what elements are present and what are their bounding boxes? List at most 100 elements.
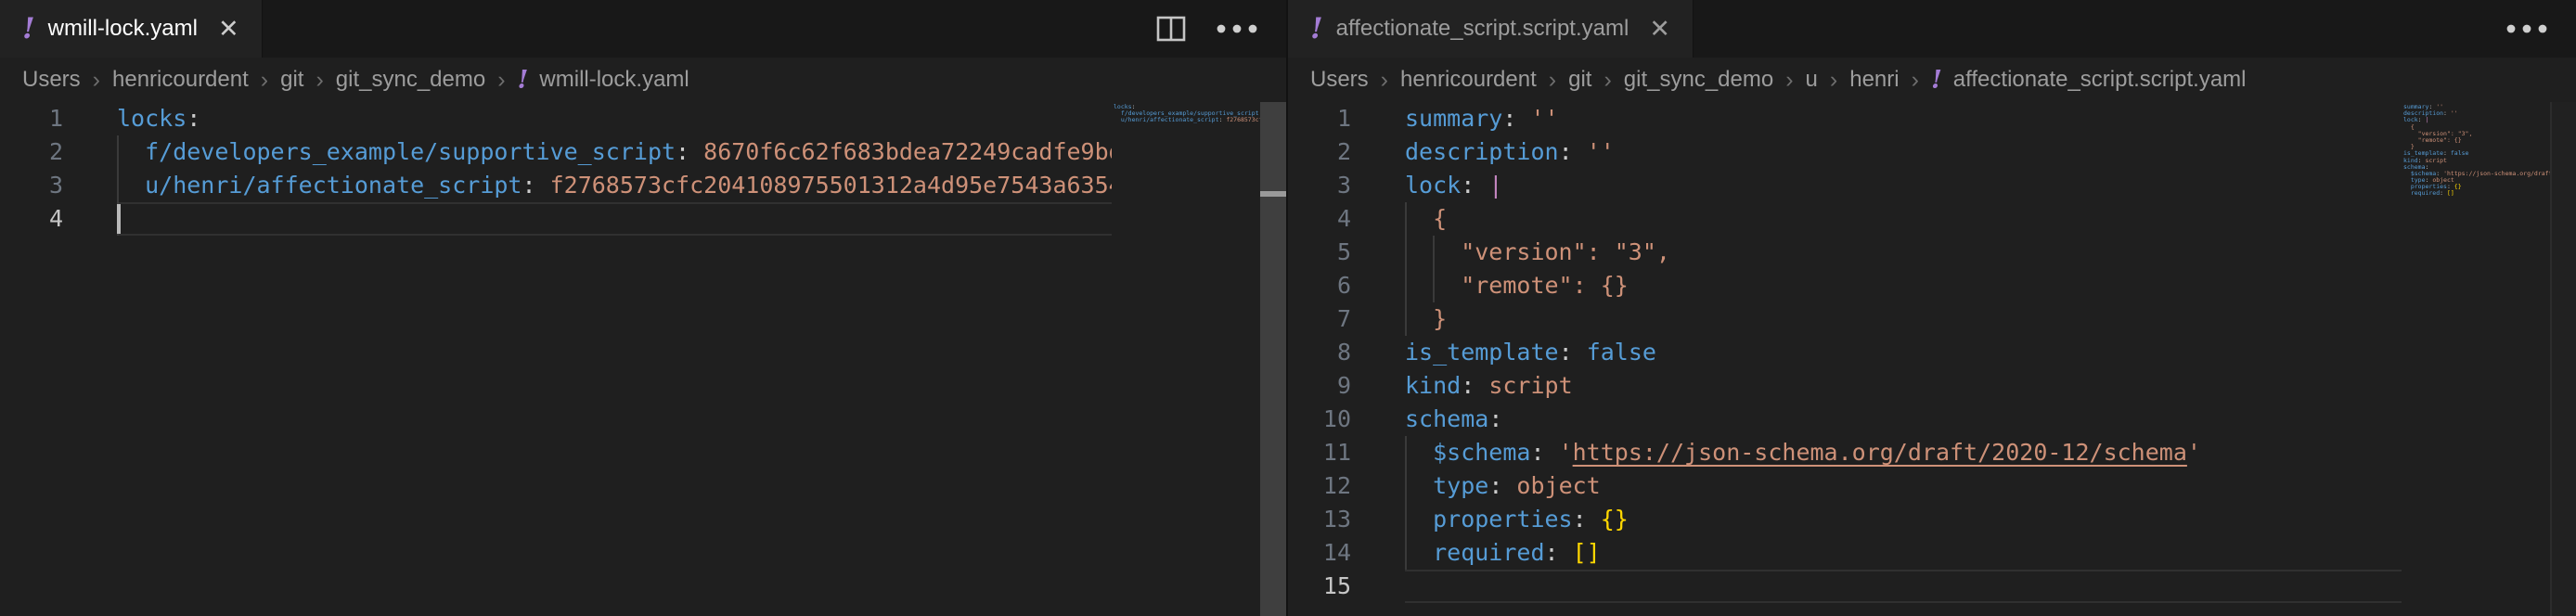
token-pun: :	[1488, 405, 1502, 432]
minimap-line: lock: |	[2403, 117, 2550, 123]
token-pun: :	[1488, 472, 1516, 499]
code-text: properties: {}	[1405, 503, 2402, 536]
close-tab-icon[interactable]: ✕	[218, 17, 239, 42]
code-line[interactable]: 2description: ''	[1288, 135, 2576, 169]
code-line[interactable]: 14required: []	[1288, 536, 2576, 570]
code-line[interactable]: 2f/developers_example/supportive_script:…	[0, 135, 1286, 169]
token-key: properties	[1433, 506, 1573, 533]
editor-workbench: ! wmill-lock.yaml ✕	[0, 0, 2576, 616]
code-line[interactable]: 5"version": "3",	[1288, 236, 2576, 269]
breadcrumb-item[interactable]: henricourdent	[1400, 67, 1537, 93]
breadcrumb-item[interactable]: Users	[1310, 67, 1369, 93]
code-line[interactable]: 4{	[1288, 202, 2576, 236]
yaml-file-icon: !	[1310, 15, 1323, 44]
code-editor[interactable]: 1locks:2 f/developers_example/supportive_…	[0, 102, 1286, 616]
more-actions-icon[interactable]	[1216, 23, 1258, 34]
breadcrumb-item[interactable]: henri	[1849, 67, 1899, 93]
breadcrumb-item[interactable]: u	[1806, 67, 1818, 93]
breadcrumb-item[interactable]: Users	[22, 67, 81, 93]
token-pun: :	[1461, 372, 1488, 399]
token-key: f/developers_example/supportive_script	[145, 138, 676, 165]
breadcrumb-file-name[interactable]: wmill-lock.yaml	[539, 67, 689, 93]
vertical-scrollbar[interactable]	[1260, 102, 1286, 616]
code-line[interactable]: 4	[0, 202, 1286, 236]
token-pun: :	[1559, 138, 1587, 165]
minimap-token: type	[2411, 177, 2426, 184]
tab-bar-left: ! wmill-lock.yaml ✕	[0, 0, 1286, 58]
code-line[interactable]: 8is_template: false	[1288, 336, 2576, 369]
token-key: u/henri/affectionate_script	[145, 172, 522, 199]
indent-guide	[1405, 202, 1433, 236]
minimap-line: "remote": {}	[2403, 137, 2550, 144]
code-editor[interactable]: 1summary: ''2description: ''3lock: |4{5"…	[1288, 102, 2576, 616]
minimap[interactable]: summary: ''description: ''lock: | { "ver…	[2403, 104, 2550, 204]
code-text: lock: |	[1405, 169, 2402, 202]
minimap-token: :	[2440, 190, 2447, 197]
code-text: }	[1405, 302, 2402, 336]
minimap-line: f/developers_example/supportive_script: …	[1114, 110, 1260, 117]
code-text: u/henri/affectionate_script: f2768573cfc…	[117, 169, 1112, 202]
line-number: 1	[1288, 102, 1351, 135]
token-str: ''	[1530, 105, 1558, 132]
code-line[interactable]: 1locks:	[0, 102, 1286, 135]
line-number: 12	[1288, 469, 1351, 503]
tab-bar-actions	[1154, 0, 1258, 58]
token-str: "remote": {}	[1461, 272, 1629, 299]
code-area: 1summary: ''2description: ''3lock: |4{5"…	[1288, 102, 2576, 603]
token-link: https://json-schema.org/draft/2020-12/sc…	[1573, 439, 2187, 466]
code-line[interactable]: 3u/henri/affectionate_script: f2768573cf…	[0, 169, 1286, 202]
minimap-token: summary	[2403, 104, 2428, 110]
breadcrumb-item[interactable]: git	[280, 67, 303, 93]
line-number: 1	[0, 102, 63, 135]
line-number: 2	[0, 135, 63, 169]
yaml-file-icon: !	[1931, 66, 1942, 95]
token-key: kind	[1405, 372, 1461, 399]
breadcrumb-file-name[interactable]: affectionate_script.script.yaml	[1953, 67, 2247, 93]
tab-affectionate-script-yaml[interactable]: ! affectionate_script.script.yaml ✕	[1288, 0, 1694, 58]
line-number: 7	[1288, 302, 1351, 336]
token-str: object	[1516, 472, 1600, 499]
close-tab-icon[interactable]: ✕	[1649, 17, 1670, 42]
indent-guide	[1433, 269, 1461, 302]
code-line[interactable]: 13properties: {}	[1288, 503, 2576, 536]
breadcrumb[interactable]: Users›henricourdent›git›git_sync_demo›!w…	[0, 58, 1286, 102]
code-line[interactable]: 10schema:	[1288, 403, 2576, 436]
code-line[interactable]: 9kind: script	[1288, 369, 2576, 403]
token-str: script	[1488, 372, 1572, 399]
breadcrumb-item[interactable]: git	[1568, 67, 1591, 93]
code-line[interactable]: 15	[1288, 570, 2576, 603]
code-line[interactable]: 1 summary: ''	[1288, 102, 2576, 135]
tab-wmill-lock-yaml[interactable]: ! wmill-lock.yaml ✕	[0, 0, 263, 58]
code-text: is_template: false	[1405, 336, 2402, 369]
minimap-token: :	[2447, 184, 2454, 190]
token-str: 8670f6c62f683bdea72249cadfe9bd90	[703, 138, 1112, 165]
code-line[interactable]: 12type: object	[1288, 469, 2576, 503]
breadcrumb-item[interactable]: git_sync_demo	[1624, 67, 1773, 93]
tab-bar-right: ! affectionate_script.script.yaml ✕	[1288, 0, 2576, 58]
code-line[interactable]: 7}	[1288, 302, 2576, 336]
code-line[interactable]: 6"remote": {}	[1288, 269, 2576, 302]
split-editor-icon[interactable]	[1154, 12, 1188, 45]
token-str: ''	[1587, 138, 1615, 165]
vertical-scrollbar[interactable]	[2550, 102, 2576, 616]
minimap-line: }	[2403, 144, 2550, 150]
minimap-line	[1114, 124, 1260, 131]
minimap-token: is_template	[2403, 150, 2443, 157]
more-actions-icon[interactable]	[2505, 23, 2548, 34]
minimap[interactable]: locks: f/developers_example/supportive_s…	[1114, 104, 1260, 131]
minimap-line: kind: script	[2403, 158, 2550, 164]
minimap-line: summary: ''	[2403, 104, 2550, 110]
breadcrumb-item[interactable]: git_sync_demo	[336, 67, 485, 93]
breadcrumb-separator-icon: ›	[93, 67, 100, 94]
code-text: required: []	[1405, 536, 2402, 570]
code-text: "remote": {}	[1405, 269, 2402, 302]
indent-guide	[117, 169, 145, 202]
code-line[interactable]: 3lock: |	[1288, 169, 2576, 202]
minimap-line: is_template: false	[2403, 150, 2550, 157]
token-key: required	[1433, 539, 1544, 566]
breadcrumb[interactable]: Users›henricourdent›git›git_sync_demo›u›…	[1288, 58, 2576, 102]
breadcrumb-item[interactable]: henricourdent	[112, 67, 249, 93]
minimap-token: f/developers_example/supportive_script	[1121, 110, 1259, 117]
code-line[interactable]: 11$schema: 'https://json-schema.org/draf…	[1288, 436, 2576, 469]
minimap-token: kind	[2403, 158, 2418, 164]
